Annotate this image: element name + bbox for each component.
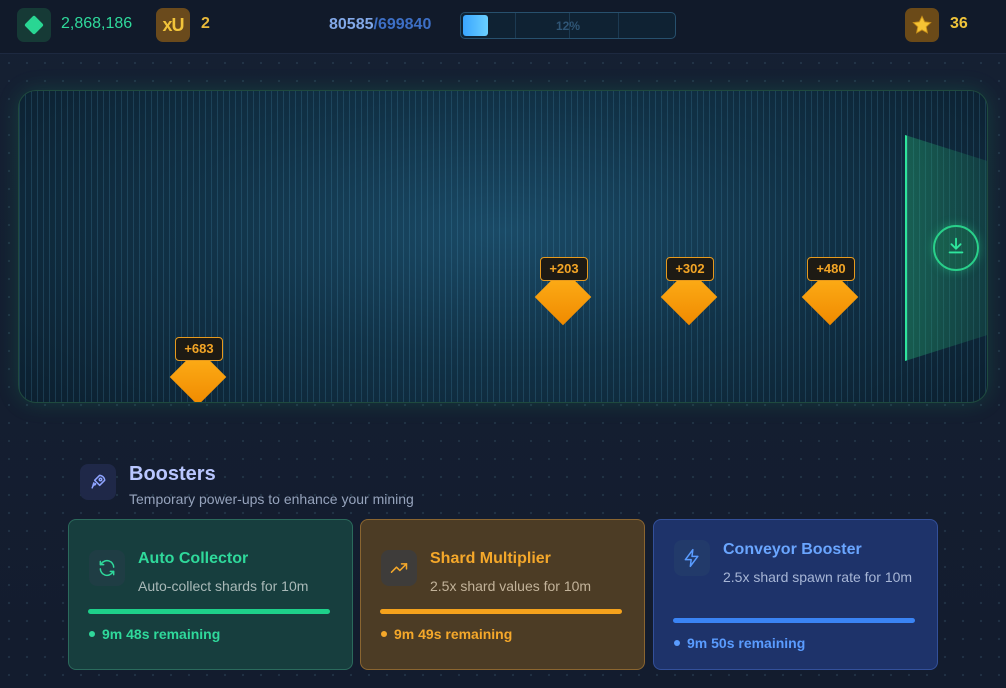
shard-value: +683 — [175, 337, 223, 361]
booster-timer-bar — [88, 609, 330, 614]
booster-status: 9m 49s remaining — [381, 626, 512, 642]
shard-value: +480 — [807, 257, 855, 281]
shard[interactable]: +203 — [534, 257, 593, 341]
booster-card-auto-collector[interactable]: Auto Collector Auto-collect shards for 1… — [68, 519, 353, 670]
booster-status: 9m 48s remaining — [89, 626, 220, 642]
shard[interactable]: +683 — [169, 337, 228, 402]
refresh-icon — [89, 550, 125, 586]
collect-button[interactable] — [933, 225, 979, 271]
booster-description: Auto-collect shards for 10m — [138, 578, 309, 594]
xu-count: 2 — [201, 15, 210, 32]
download-icon — [945, 235, 967, 262]
shard[interactable]: +480 — [801, 257, 860, 341]
status-dot — [89, 631, 95, 637]
booster-name: Auto Collector — [138, 550, 249, 567]
booster-card-conveyor-booster[interactable]: Conveyor Booster 2.5x shard spawn rate f… — [653, 519, 938, 670]
shard-value: +302 — [666, 257, 714, 281]
booster-remaining: 9m 49s remaining — [394, 626, 513, 642]
booster-name: Shard Multiplier — [430, 550, 551, 567]
boosters-subtitle: Temporary power-ups to enhance your mini… — [129, 491, 414, 507]
booster-remaining: 9m 50s remaining — [687, 635, 806, 651]
booster-card-shard-multiplier[interactable]: Shard Multiplier 2.5x shard values for 1… — [360, 519, 645, 670]
top-bar: 2,868,186 xU 2 80585/699840 12% 36 — [0, 0, 1006, 54]
rocket-icon — [80, 464, 116, 500]
progress-total: 699840 — [377, 16, 432, 33]
shard-value: +203 — [540, 257, 588, 281]
lightning-icon — [674, 540, 710, 576]
booster-description: 2.5x shard spawn rate for 10m — [723, 569, 913, 585]
gem-count: 2,868,186 — [61, 15, 133, 32]
xu-token-icon: xU — [156, 8, 190, 42]
level-progress-bar: 12% — [460, 12, 676, 39]
shard[interactable]: +302 — [660, 257, 719, 341]
boosters-title: Boosters — [129, 463, 216, 485]
status-dot — [381, 631, 387, 637]
progress-percent: 12% — [555, 19, 581, 33]
progress-current: 80585 — [329, 16, 374, 33]
booster-timer-bar — [380, 609, 622, 614]
booster-remaining: 9m 48s remaining — [102, 626, 221, 642]
star-count: 36 — [950, 15, 968, 32]
booster-description: 2.5x shard values for 10m — [430, 578, 592, 594]
star-icon — [905, 8, 939, 42]
level-progress-text: 80585/699840 — [329, 16, 431, 34]
booster-timer-bar — [673, 618, 915, 623]
conveyor-belt: +683 +203 +302 +480 — [18, 90, 988, 403]
trending-up-icon — [381, 550, 417, 586]
booster-status: 9m 50s remaining — [674, 635, 805, 651]
booster-name: Conveyor Booster — [723, 541, 862, 558]
status-dot — [674, 640, 680, 646]
gem-icon — [17, 8, 51, 42]
